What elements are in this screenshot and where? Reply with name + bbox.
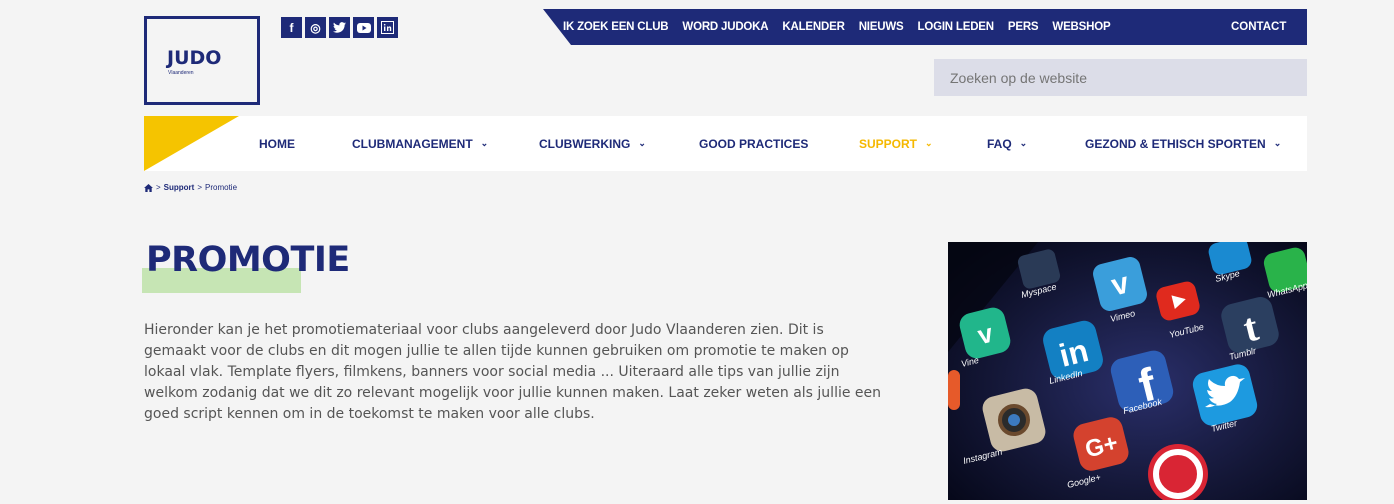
nav-home[interactable]: HOME — [259, 116, 295, 171]
search-input[interactable] — [934, 59, 1307, 96]
breadcrumb-current: Promotie — [205, 183, 238, 192]
intro-text: Hieronder kan je het promotiemateriaal v… — [144, 322, 882, 422]
breadcrumb: > Support > Promotie — [144, 183, 237, 192]
home-icon[interactable] — [144, 183, 153, 192]
nav-good-practices[interactable]: GOOD PRACTICES — [699, 116, 808, 171]
linkedin-icon[interactable] — [377, 17, 398, 38]
logo-subtitle: Vlaanderen — [168, 70, 194, 76]
nav-clubwerking[interactable]: CLUBWERKING ⌄ — [539, 116, 646, 171]
nav-clubmanagement[interactable]: CLUBMANAGEMENT ⌄ — [352, 116, 488, 171]
nav-faq[interactable]: FAQ ⌄ — [987, 116, 1027, 171]
topnav-item[interactable]: LOGIN LEDEN — [918, 21, 995, 33]
topnav-item[interactable]: WEBSHOP — [1052, 21, 1110, 33]
chevron-down-icon: ⌄ — [1019, 138, 1028, 148]
youtube-icon[interactable] — [353, 17, 374, 38]
site-logo[interactable]: JUDO Vlaanderen — [144, 16, 260, 105]
breadcrumb-support[interactable]: Support — [164, 183, 195, 192]
instagram-icon[interactable]: ◎ — [305, 17, 326, 38]
page-title-wrap: PROMOTIE — [142, 240, 350, 293]
nav-support[interactable]: SUPPORT ⌄ — [859, 116, 933, 171]
chevron-down-icon: ⌄ — [925, 138, 933, 148]
topnav-item[interactable]: PERS — [1008, 21, 1039, 33]
top-nav: IK ZOEK EEN CLUB WORD JUDOKA KALENDER NI… — [563, 9, 1124, 45]
main-nav: HOME CLUBMANAGEMENT ⌄ CLUBWERKING ⌄ GOOD P… — [144, 116, 1307, 171]
twitter-icon[interactable] — [329, 17, 350, 38]
breadcrumb-separator: > — [156, 183, 161, 192]
topnav-item[interactable]: NIEUWS — [859, 21, 904, 33]
social-links: f ◎ — [281, 17, 398, 38]
chevron-down-icon: ⌄ — [480, 138, 489, 148]
breadcrumb-separator: > — [197, 183, 203, 192]
social-media-apps-photo: v v in t f G+ Vimeo YouTube Skype WhatsA… — [948, 242, 1307, 500]
nav-gezond-ethisch-sporten[interactable]: GEZOND & ETHISCH SPORTEN ⌄ — [1085, 116, 1281, 171]
nav-accent-shape — [144, 116, 239, 171]
logo-wordmark: JUDO — [167, 47, 222, 69]
facebook-icon[interactable]: f — [281, 17, 302, 38]
page-title: PROMOTIE — [146, 240, 350, 280]
topnav-item[interactable]: KALENDER — [782, 21, 844, 33]
topnav-item[interactable]: IK ZOEK EEN CLUB — [563, 21, 669, 33]
chevron-down-icon: ⌄ — [1273, 138, 1282, 148]
topnav-item[interactable]: WORD JUDOKA — [682, 21, 768, 33]
topnav-contact[interactable]: CONTACT — [1231, 9, 1286, 45]
chevron-down-icon: ⌄ — [638, 138, 646, 148]
